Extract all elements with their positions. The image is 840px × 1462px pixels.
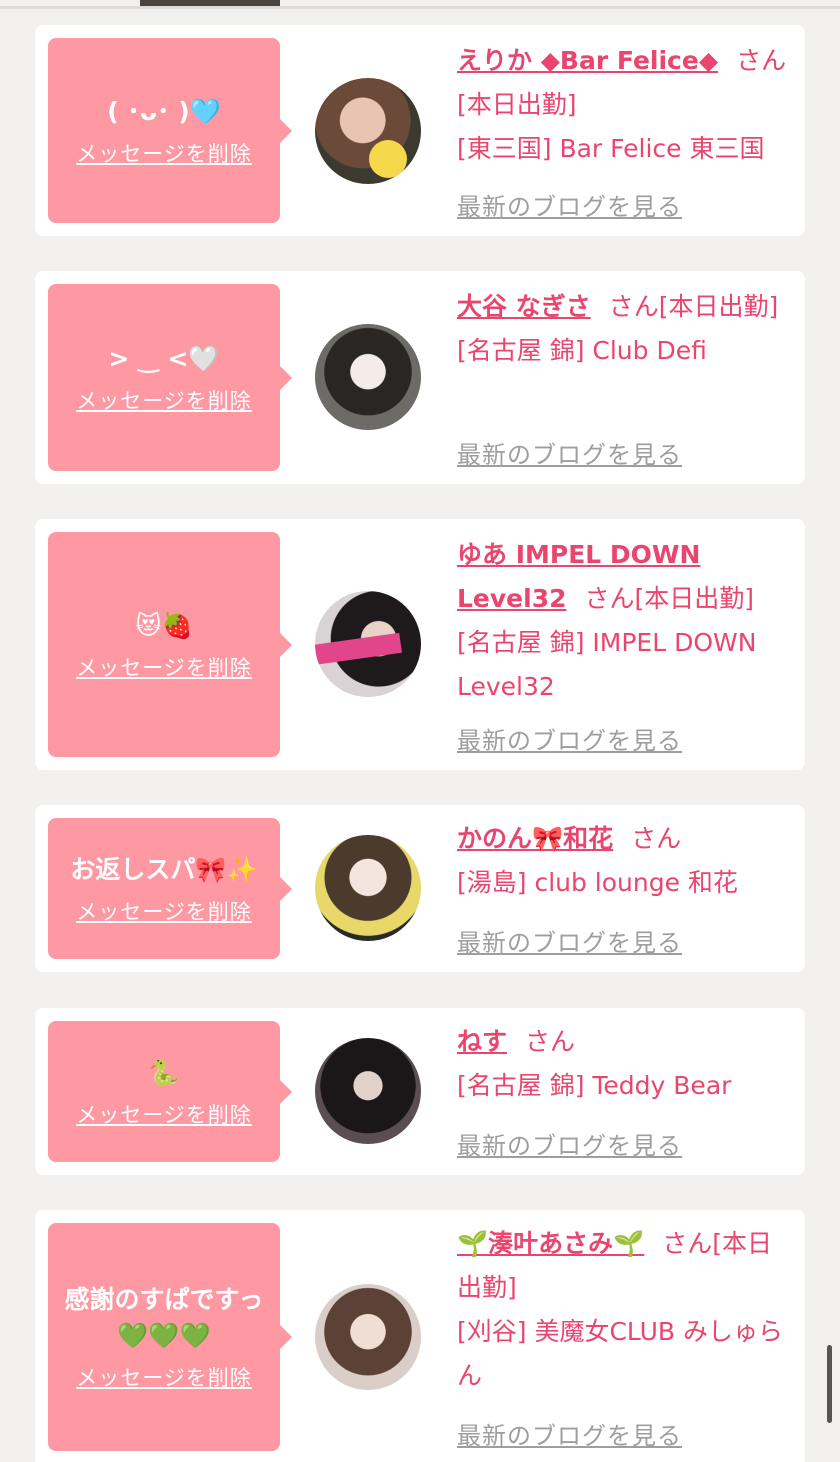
honorific: さん: [584, 584, 635, 613]
delete-message-link[interactable]: メッセージを削除: [76, 1099, 252, 1129]
top-tab-bar: [0, 0, 840, 10]
message-bubble: > ‿ <🤍 メッセージを削除: [48, 284, 292, 471]
message-card: > ‿ <🤍 メッセージを削除 大谷 なぎさ さん[本日出勤] [名古屋 錦] C…: [35, 271, 805, 484]
message-text: ( ･ᴗ･ )🩵: [107, 96, 221, 126]
active-tab-indicator[interactable]: [140, 0, 280, 6]
tab-divider: [0, 6, 840, 9]
avatar[interactable]: [315, 324, 421, 430]
cast-info: 大谷 なぎさ さん[本日出勤] [名古屋 錦] Club Defi: [457, 285, 787, 373]
message-text: 😻🍓: [135, 610, 193, 640]
cast-info: かのん🎀和花 さん [湯島] club lounge 和花: [457, 817, 787, 905]
shop-name: [湯島] club lounge 和花: [457, 868, 738, 897]
cast-info: 🌱湊叶あさみ🌱 さん[本日出勤] [刈谷] 美魔女CLUB みしゅらん: [457, 1222, 787, 1398]
latest-blog-link[interactable]: 最新のブログを見る: [457, 187, 682, 222]
honorific: さん: [736, 46, 787, 75]
avatar[interactable]: [315, 1038, 421, 1144]
message-bubble: ( ･ᴗ･ )🩵 メッセージを削除: [48, 38, 292, 223]
scrollbar-thumb[interactable]: [827, 1345, 832, 1423]
avatar[interactable]: [315, 1284, 421, 1390]
avatar[interactable]: [315, 835, 421, 941]
logo-banner: [315, 632, 402, 666]
delete-message-link[interactable]: メッセージを削除: [76, 1362, 252, 1392]
delete-message-link[interactable]: メッセージを削除: [76, 138, 252, 168]
shop-name: [名古屋 錦] Club Defi: [457, 336, 707, 365]
honorific: さん: [662, 1229, 713, 1258]
latest-blog-link[interactable]: 最新のブログを見る: [457, 435, 682, 470]
honorific: さん: [631, 824, 682, 853]
message-bubble: 感謝のすぱですっ💚💚💚 メッセージを削除: [48, 1223, 292, 1451]
shop-name: [刈谷] 美魔女CLUB みしゅらん: [457, 1317, 783, 1390]
message-bubble: 🐍 メッセージを削除: [48, 1021, 292, 1162]
shop-name: [名古屋 錦] Teddy Bear: [457, 1071, 732, 1100]
message-text: お返しスパ🎀✨: [70, 854, 258, 884]
cast-name-link[interactable]: えりか ◆Bar Felice◆: [457, 46, 718, 75]
message-bubble: お返しスパ🎀✨ メッセージを削除: [48, 818, 292, 959]
cast-name-link[interactable]: 🌱湊叶あさみ🌱: [457, 1229, 644, 1258]
message-card: ( ･ᴗ･ )🩵 メッセージを削除 えりか ◆Bar Felice◆ さん [本日出…: [35, 25, 805, 236]
attendance-status: [本日出勤]: [658, 292, 779, 321]
shop-name: [名古屋 錦] IMPEL DOWN Level32: [457, 628, 757, 701]
sticker-icon: [369, 140, 407, 178]
honorific: さん: [608, 292, 659, 321]
message-text: 🐍: [148, 1057, 180, 1087]
message-card: 🐍 メッセージを削除 ねす さん [名古屋 錦] Teddy Bear 最新のブロ…: [35, 1008, 805, 1175]
attendance-status: [本日出勤]: [457, 90, 577, 119]
cast-info: えりか ◆Bar Felice◆ さん [本日出勤] [東三国] Bar Felic…: [457, 39, 787, 171]
shop-name: [東三国] Bar Felice 東三国: [457, 134, 765, 163]
latest-blog-link[interactable]: 最新のブログを見る: [457, 923, 682, 958]
message-card: 😻🍓 メッセージを削除 ゆあ IMPEL DOWN Level32 さん[本日出勤…: [35, 519, 805, 770]
message-text: > ‿ <🤍: [108, 343, 220, 373]
attendance-status: [本日出勤]: [634, 584, 755, 613]
honorific: さん: [525, 1027, 576, 1056]
latest-blog-link[interactable]: 最新のブログを見る: [457, 721, 682, 756]
latest-blog-link[interactable]: 最新のブログを見る: [457, 1126, 682, 1161]
cast-name-link[interactable]: かのん🎀和花: [457, 824, 613, 853]
cast-name-link[interactable]: 大谷 なぎさ: [457, 292, 591, 321]
latest-blog-link[interactable]: 最新のブログを見る: [457, 1416, 682, 1451]
message-bubble: 😻🍓 メッセージを削除: [48, 532, 292, 757]
message-card: お返しスパ🎀✨ メッセージを削除 かのん🎀和花 さん [湯島] club loun…: [35, 805, 805, 972]
cast-info: ねす さん [名古屋 錦] Teddy Bear: [457, 1020, 787, 1108]
delete-message-link[interactable]: メッセージを削除: [76, 896, 252, 926]
cast-name-link[interactable]: ねす: [457, 1027, 507, 1056]
cast-info: ゆあ IMPEL DOWN Level32 さん[本日出勤] [名古屋 錦] IM…: [457, 533, 787, 709]
delete-message-link[interactable]: メッセージを削除: [76, 385, 252, 415]
avatar[interactable]: [315, 78, 421, 184]
message-text: 感謝のすぱですっ💚💚💚: [64, 1285, 264, 1350]
avatar[interactable]: [315, 591, 421, 697]
delete-message-link[interactable]: メッセージを削除: [76, 652, 252, 682]
message-card: 感謝のすぱですっ💚💚💚 メッセージを削除 🌱湊叶あさみ🌱 さん[本日出勤] [刈谷…: [35, 1210, 805, 1462]
